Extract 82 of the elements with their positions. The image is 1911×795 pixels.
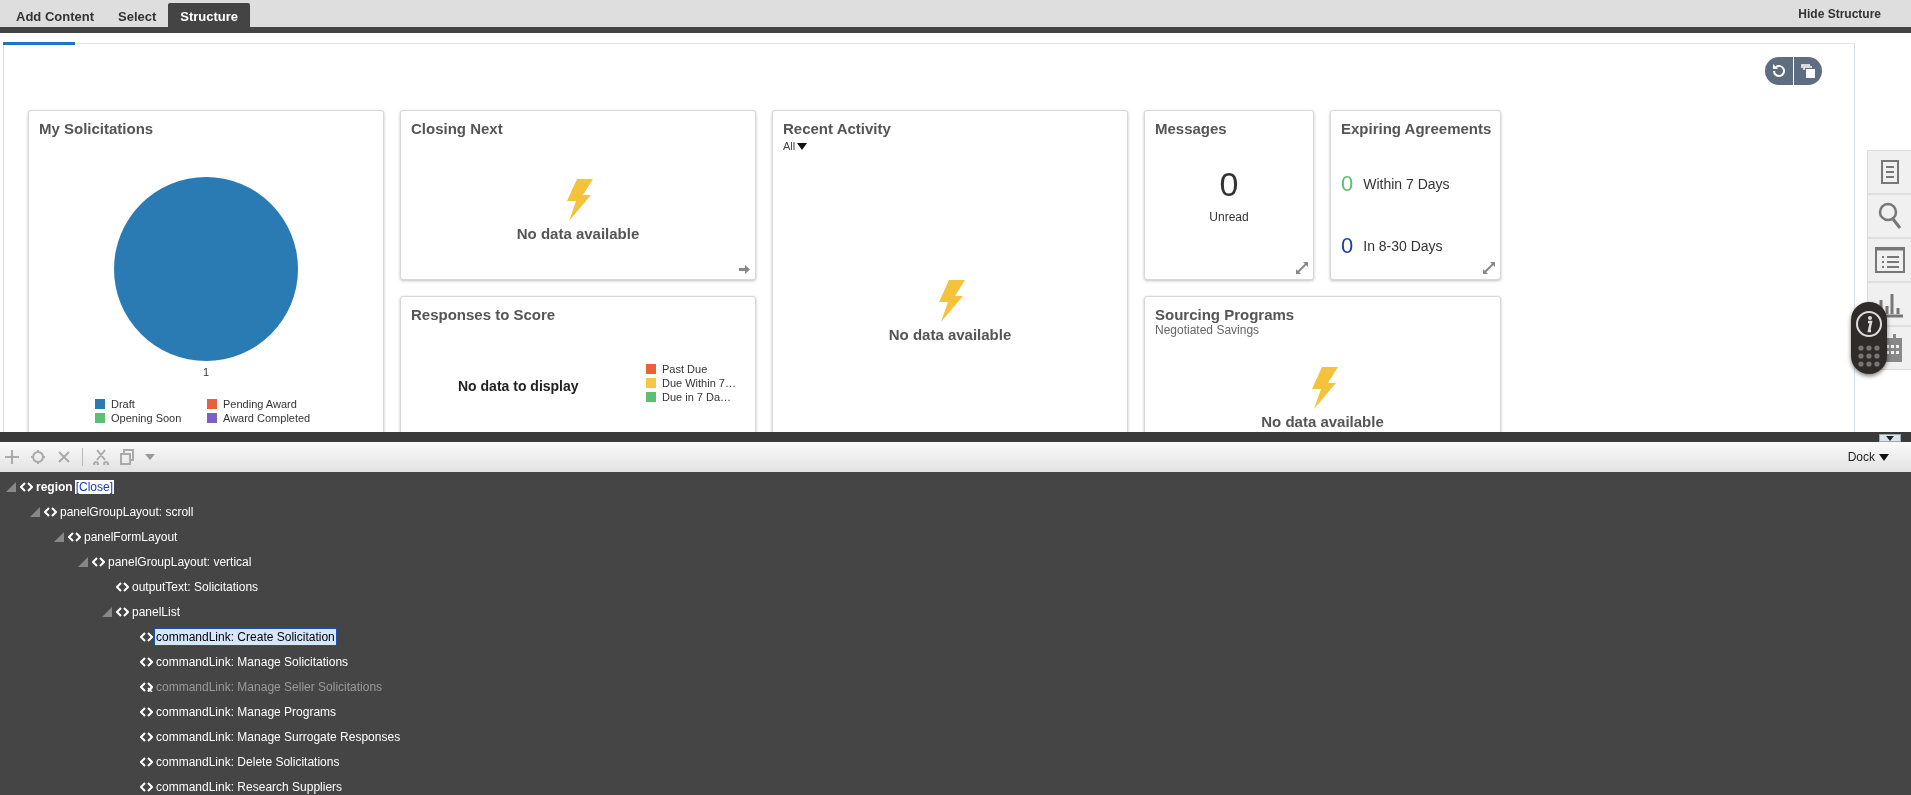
tag-icon: [140, 781, 153, 792]
tree-node-label[interactable]: commandLink: Manage Solicitations: [154, 652, 351, 671]
tree-node-label[interactable]: panelGroupLayout: vertical: [106, 552, 254, 571]
card-subtitle: Negotiated Savings: [1155, 323, 1261, 337]
list-icon[interactable]: [1867, 238, 1911, 282]
tree-node-label[interactable]: region: [34, 477, 75, 496]
tag-icon: [140, 706, 153, 717]
tag-icon: [92, 556, 105, 567]
tab[interactable]: Structure: [168, 3, 251, 27]
caret-icon[interactable]: [1879, 453, 1889, 461]
legend-label: Pending Award: [223, 398, 297, 410]
refresh-icon[interactable]: [1771, 63, 1787, 79]
hidden-tag-icon: [140, 681, 153, 692]
agreement-count: 0: [1341, 233, 1354, 259]
legend-label: Award Completed: [223, 412, 311, 424]
legend-label: Due in 7 Da…: [662, 391, 732, 403]
empty-message: No data available: [888, 326, 1012, 343]
tag-icon: [20, 481, 33, 492]
hide-structure-button[interactable]: Hide Structure: [1792, 5, 1887, 22]
legend-label: Past Due: [662, 363, 708, 375]
dock-menu[interactable]: Dock: [1841, 449, 1895, 465]
tree-node-label[interactable]: commandLink: Delete Solicitations: [154, 752, 342, 771]
tag-icon: [140, 631, 153, 642]
agreement-count: 0: [1341, 171, 1354, 197]
tree-node-label[interactable]: commandLink: Research Suppliers: [154, 777, 345, 795]
card-title: Recent Activity: [783, 120, 892, 137]
tag-icon: [140, 756, 153, 767]
expand-icon[interactable]: [1296, 262, 1308, 274]
card-title: Closing Next: [411, 120, 504, 137]
tag-icon: [140, 656, 153, 667]
grid-dots-icon[interactable]: [1858, 344, 1880, 367]
delete-icon[interactable]: [56, 449, 72, 465]
expand-toggle-icon[interactable]: [6, 481, 16, 492]
add-icon[interactable]: [4, 449, 20, 465]
tree-node-label[interactable]: commandLink: Manage Surrogate Responses: [154, 727, 403, 746]
expand-toggle-icon[interactable]: [102, 606, 112, 617]
help-menu[interactable]: [1851, 302, 1887, 374]
tree-node-label[interactable]: outputText: Solicitations: [130, 577, 261, 596]
filter-dropdown[interactable]: All: [783, 140, 1117, 152]
tag-icon: [116, 606, 129, 617]
legend-label: Opening Soon: [111, 412, 182, 424]
collapse-button[interactable]: [1879, 434, 1901, 442]
legend-label: Draft: [111, 398, 135, 410]
close-link[interactable]: [Close]: [74, 479, 115, 494]
refresh-button[interactable]: [1765, 57, 1793, 85]
card-title: Expiring Agreements: [1341, 120, 1490, 137]
card-title: My Solicitations: [39, 120, 155, 137]
expand-icon[interactable]: [1483, 262, 1495, 274]
tag-icon: [44, 506, 57, 517]
agreement-label: In 8-30 Days: [1363, 238, 1443, 254]
tree-node-label[interactable]: panelFormLayout: [82, 527, 180, 546]
card-title: Responses to Score: [411, 306, 557, 323]
document-icon[interactable]: [1867, 150, 1911, 194]
scissors-icon[interactable]: [93, 449, 109, 465]
card-title: Messages: [1155, 120, 1228, 137]
message-count: 0: [1219, 165, 1239, 204]
tree-node-label[interactable]: panelGroupLayout: scroll: [58, 502, 196, 521]
tag-icon: [116, 581, 129, 592]
empty-message: No data available: [1261, 413, 1384, 430]
search-icon[interactable]: [1867, 194, 1911, 238]
expand-toggle-icon[interactable]: [78, 556, 88, 567]
tag-icon: [140, 731, 153, 742]
tree-node-label[interactable]: commandLink: Create Solicitation: [154, 627, 337, 646]
agreement-label: Within 7 Days: [1363, 176, 1450, 192]
expand-toggle-icon[interactable]: [54, 531, 64, 542]
card-title: Sourcing Programs: [1155, 306, 1296, 323]
expand-toggle-icon[interactable]: [30, 506, 40, 517]
count-label: Unread: [1209, 210, 1249, 224]
info-icon[interactable]: [1855, 309, 1883, 338]
empty-message: No data available: [516, 225, 640, 242]
tree-node-label[interactable]: panelList: [130, 602, 183, 621]
copy-icon[interactable]: [1800, 63, 1816, 79]
tab[interactable]: Add Content: [4, 3, 106, 27]
tag-icon: [68, 531, 81, 542]
empty-message: No data to display: [458, 378, 580, 394]
copy-button[interactable]: [1794, 57, 1822, 85]
tab[interactable]: Select: [106, 3, 169, 27]
caret-icon[interactable]: [797, 142, 808, 150]
tree-node-label[interactable]: commandLink: Manage Programs: [154, 702, 339, 721]
data-label: 1: [202, 366, 210, 378]
arrow-icon[interactable]: [739, 265, 750, 274]
legend-label: Due Within 7…: [662, 377, 736, 389]
